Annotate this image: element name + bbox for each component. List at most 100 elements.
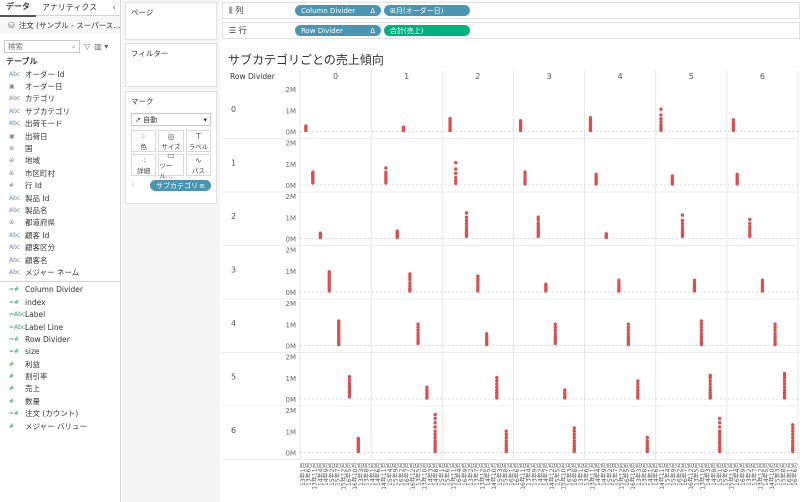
search-input[interactable] [8,42,68,51]
data-point [464,215,469,219]
column-divider-pill[interactable]: Column Divider Δ [295,5,381,16]
sum-sales-pill[interactable]: 合計(売上) [384,25,470,36]
path-button[interactable]: ∿ パス [185,154,211,176]
dimension-field[interactable]: Abc 顧客名 [0,254,120,266]
measure-field[interactable]: =# Row Divider [0,333,120,345]
pane-tabs: データ アナリティクス ‹ [0,0,120,17]
data-point [645,435,649,440]
dimension-field[interactable]: Abc 製品名 [0,204,120,216]
field-name: Label [25,310,46,320]
measure-field[interactable]: # 売上 [0,383,120,395]
data-point [464,211,469,215]
data-point [708,382,712,386]
field-name: Label Line [25,322,64,332]
data-point [748,217,752,222]
tab-analytics[interactable]: アナリティクス [36,0,103,16]
data-point [495,376,499,380]
data-point [347,378,352,382]
field-type-icon: Abc [9,268,21,276]
measure-field[interactable]: =# index [0,296,120,308]
size-button[interactable]: ◎ サイズ [158,130,184,152]
data-point [347,381,352,385]
data-point [659,123,663,127]
dimension-field[interactable]: ▣ オーダー日 [0,80,120,92]
measure-field[interactable]: =# Column Divider [0,284,120,296]
field-type-icon: Abc [9,194,21,202]
path-icon: ∿ [194,155,202,165]
filter-icon[interactable]: ▽ [84,42,90,51]
delta-icon: Δ [370,6,375,15]
dimension-field[interactable]: Abc 製品 Id [0,192,120,204]
datasource-item[interactable]: ⛁ 注文 (サンプル - スーパース… [0,16,120,34]
measure-field[interactable]: =# 注文 (カウント) [0,408,120,420]
detail-button[interactable]: ⁖ 詳細 [131,154,157,176]
dimension-field[interactable]: ⊕ 地域 [0,155,120,167]
field-name: サブカテゴリ [25,106,70,116]
data-point [504,435,508,440]
measure-field[interactable]: # 数量 [0,395,120,407]
dimension-field[interactable]: Abc カテゴリ [0,93,120,105]
dimension-field[interactable]: ⊕ 国 [0,142,120,154]
filters-card[interactable]: フィルター [125,43,217,87]
dimension-field[interactable]: ▣ 出荷日 [0,130,120,142]
tooltip-icon: ▭ [167,150,175,160]
dimension-field[interactable]: Abc 顧客区分 [0,241,120,253]
field-type-icon: # [9,397,15,405]
pages-card[interactable]: ページ [125,2,217,40]
columns-shelf[interactable]: ⫼ 列 Column Divider Δ ⊞ 月(オーダー日) [222,2,800,19]
column-header: 6 [760,72,765,81]
data-point [416,328,420,332]
chevron-left-icon[interactable]: ‹ [112,3,116,13]
field-type-icon: ▣ [9,83,15,91]
label-button[interactable]: T ラベル [185,130,211,152]
data-point [433,435,437,440]
mark-type-dropdown[interactable]: ↗ 自動 ▾ [131,113,211,126]
dimension-field[interactable]: Abc サブカテゴリ [0,105,120,117]
data-point [708,373,712,378]
y-tick-label: 2M [286,140,297,148]
dimension-field[interactable]: # 行 Id [0,180,120,192]
y-tick-label: 2M [286,407,297,415]
column-header: 2 [475,72,480,81]
measure-field[interactable]: =# size [0,346,120,358]
row-divider-pill[interactable]: Row Divider Δ [295,25,381,36]
y-tick-label: 2M [286,354,297,362]
dimension-field[interactable]: Abc 顧客 Id [0,229,120,241]
field-type-icon: Abc [9,107,21,115]
data-point [536,221,540,225]
mark-buttons-row-2: ⁖ 詳細 ▭ ツール… ∿ パス [126,150,216,180]
data-point [718,416,722,421]
measure-field[interactable]: =Abc Label [0,308,120,320]
data-point [773,328,777,333]
field-name: メジャー ネーム [25,267,80,277]
data-point [433,425,437,429]
dimension-field[interactable]: ⊕ 市区町村 [0,167,120,179]
rows-shelf[interactable]: ☰ 行 Row Divider Δ 合計(売上) [222,22,800,39]
view-area[interactable]: Row Divider 0 1 2 3 4 5 6 0 2M 1M 0M 1 2M 1M 0M 2 2M 1M 0M 3… [222,43,800,502]
measure-field[interactable]: # 利益 [0,358,120,370]
sum-sales-pill-label: 合計(売上) [390,26,424,35]
measure-field[interactable]: =Abc Label Line [0,321,120,333]
dimension-field[interactable]: Abc メジャー ネーム [0,266,120,278]
dimension-field[interactable]: Abc オーダー Id [0,68,120,80]
tooltip-button[interactable]: ▭ ツール… [158,150,184,180]
data-point [433,412,437,417]
dimension-field[interactable]: Abc 出荷モード [0,118,120,130]
data-point [347,374,352,379]
data-point [433,432,437,437]
label-icon: T [195,131,201,141]
tab-data[interactable]: データ [0,0,36,17]
data-point [782,385,787,390]
field-type-icon: ⊕ [9,169,15,177]
view-options-icon[interactable]: ▥ ▾ [94,42,108,51]
subcategory-pill[interactable]: サブカテゴリ ≡ [149,180,211,191]
color-button[interactable]: ⁘ 色 [131,130,157,152]
data-point [504,429,508,433]
data-point [553,322,558,326]
measure-field[interactable]: # メジャー バリュー [0,420,120,432]
row-header: 0 [231,105,236,114]
measure-field[interactable]: # 割引率 [0,370,120,382]
dimension-field[interactable]: ⊕ 都道府県 [0,217,120,229]
data-point [692,278,697,283]
month-order-date-pill[interactable]: ⊞ 月(オーダー日) [384,5,470,16]
